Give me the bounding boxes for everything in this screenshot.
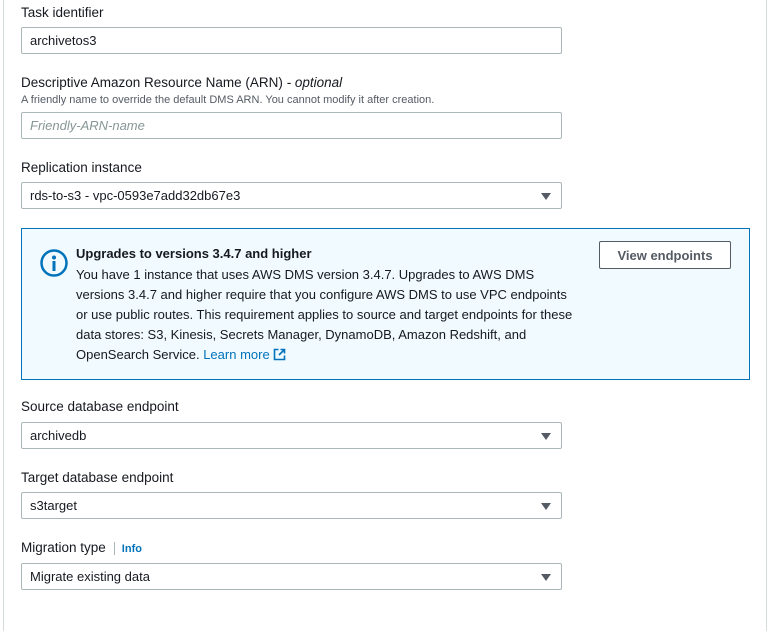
source-endpoint-label: Source database endpoint (21, 399, 179, 414)
target-endpoint-select[interactable]: s3target (21, 492, 562, 519)
target-endpoint-value: s3target (30, 498, 77, 513)
task-identifier-input[interactable]: archivetos3 (21, 27, 562, 54)
replication-instance-label: Replication instance (21, 160, 142, 175)
chevron-down-icon (541, 432, 551, 440)
arn-input[interactable]: Friendly-ARN-name (21, 112, 562, 139)
migration-type-label-text: Migration type (21, 540, 106, 555)
learn-more-text: Learn more (203, 347, 270, 362)
chevron-down-icon (541, 192, 551, 200)
arn-optional-label: - optional (286, 75, 343, 90)
target-endpoint-label: Target database endpoint (21, 470, 174, 485)
arn-hint: A friendly name to override the default … (21, 94, 435, 106)
alert-body: You have 1 instance that uses AWS DMS ve… (76, 265, 576, 365)
upgrade-info-alert: Upgrades to versions 3.4.7 and higher Yo… (21, 228, 750, 380)
chevron-down-icon (541, 502, 551, 510)
chevron-down-icon (541, 573, 551, 581)
external-link-icon (273, 348, 285, 361)
migration-type-value: Migrate existing data (30, 569, 150, 584)
panel-border-right (766, 0, 767, 631)
migration-type-select[interactable]: Migrate existing data (21, 563, 562, 590)
task-identifier-label: Task identifier (21, 5, 104, 20)
learn-more-link[interactable]: Learn more (203, 347, 285, 362)
label-divider (113, 541, 115, 555)
migration-type-label: Migration type Info (21, 540, 142, 555)
source-endpoint-value: archivedb (30, 428, 87, 443)
arn-label-text: Descriptive Amazon Resource Name (ARN) (21, 75, 283, 90)
alert-title: Upgrades to versions 3.4.7 and higher (76, 246, 312, 261)
migration-type-info-link[interactable]: Info (122, 543, 142, 555)
arn-label: Descriptive Amazon Resource Name (ARN) -… (21, 75, 342, 90)
source-endpoint-select[interactable]: archivedb (21, 422, 562, 449)
alert-message: You have 1 instance that uses AWS DMS ve… (76, 267, 573, 362)
panel-border-left (3, 0, 4, 631)
info-icon (40, 249, 68, 277)
replication-instance-value: rds-to-s3 - vpc-0593e7add32db67e3 (30, 188, 241, 203)
replication-instance-select[interactable]: rds-to-s3 - vpc-0593e7add32db67e3 (21, 182, 562, 209)
view-endpoints-button[interactable]: View endpoints (599, 241, 731, 269)
